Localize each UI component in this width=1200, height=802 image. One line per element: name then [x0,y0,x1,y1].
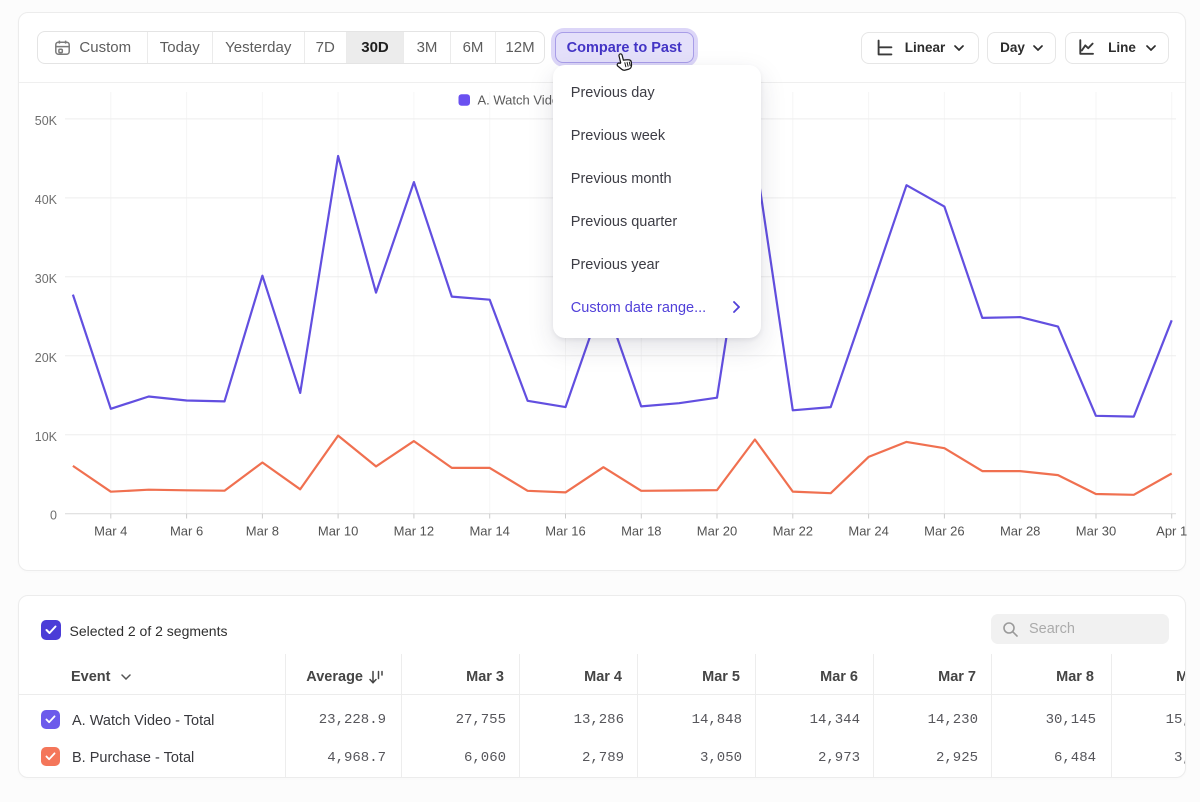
svg-text:40K: 40K [35,193,58,207]
svg-text:Mar 4: Mar 4 [94,524,127,539]
svg-text:Mar 10: Mar 10 [318,524,358,539]
svg-text:Mar 24: Mar 24 [848,524,888,539]
svg-text:50K: 50K [35,114,58,128]
svg-text:Mar 30: Mar 30 [1076,524,1116,539]
svg-text:Mar 12: Mar 12 [394,524,434,539]
svg-text:Apr 1: Apr 1 [1156,524,1187,539]
svg-text:20K: 20K [35,351,58,365]
svg-text:Mar 8: Mar 8 [246,524,279,539]
svg-text:0: 0 [50,509,57,523]
svg-text:Mar 22: Mar 22 [773,524,813,539]
svg-text:Mar 6: Mar 6 [170,524,203,539]
svg-text:10K: 10K [35,430,58,444]
svg-text:Mar 26: Mar 26 [924,524,964,539]
svg-text:Mar 28: Mar 28 [1000,524,1040,539]
svg-text:30K: 30K [35,272,58,286]
svg-text:Mar 14: Mar 14 [469,524,509,539]
svg-text:Mar 18: Mar 18 [621,524,661,539]
svg-text:Mar 16: Mar 16 [545,524,585,539]
svg-text:Mar 20: Mar 20 [697,524,737,539]
